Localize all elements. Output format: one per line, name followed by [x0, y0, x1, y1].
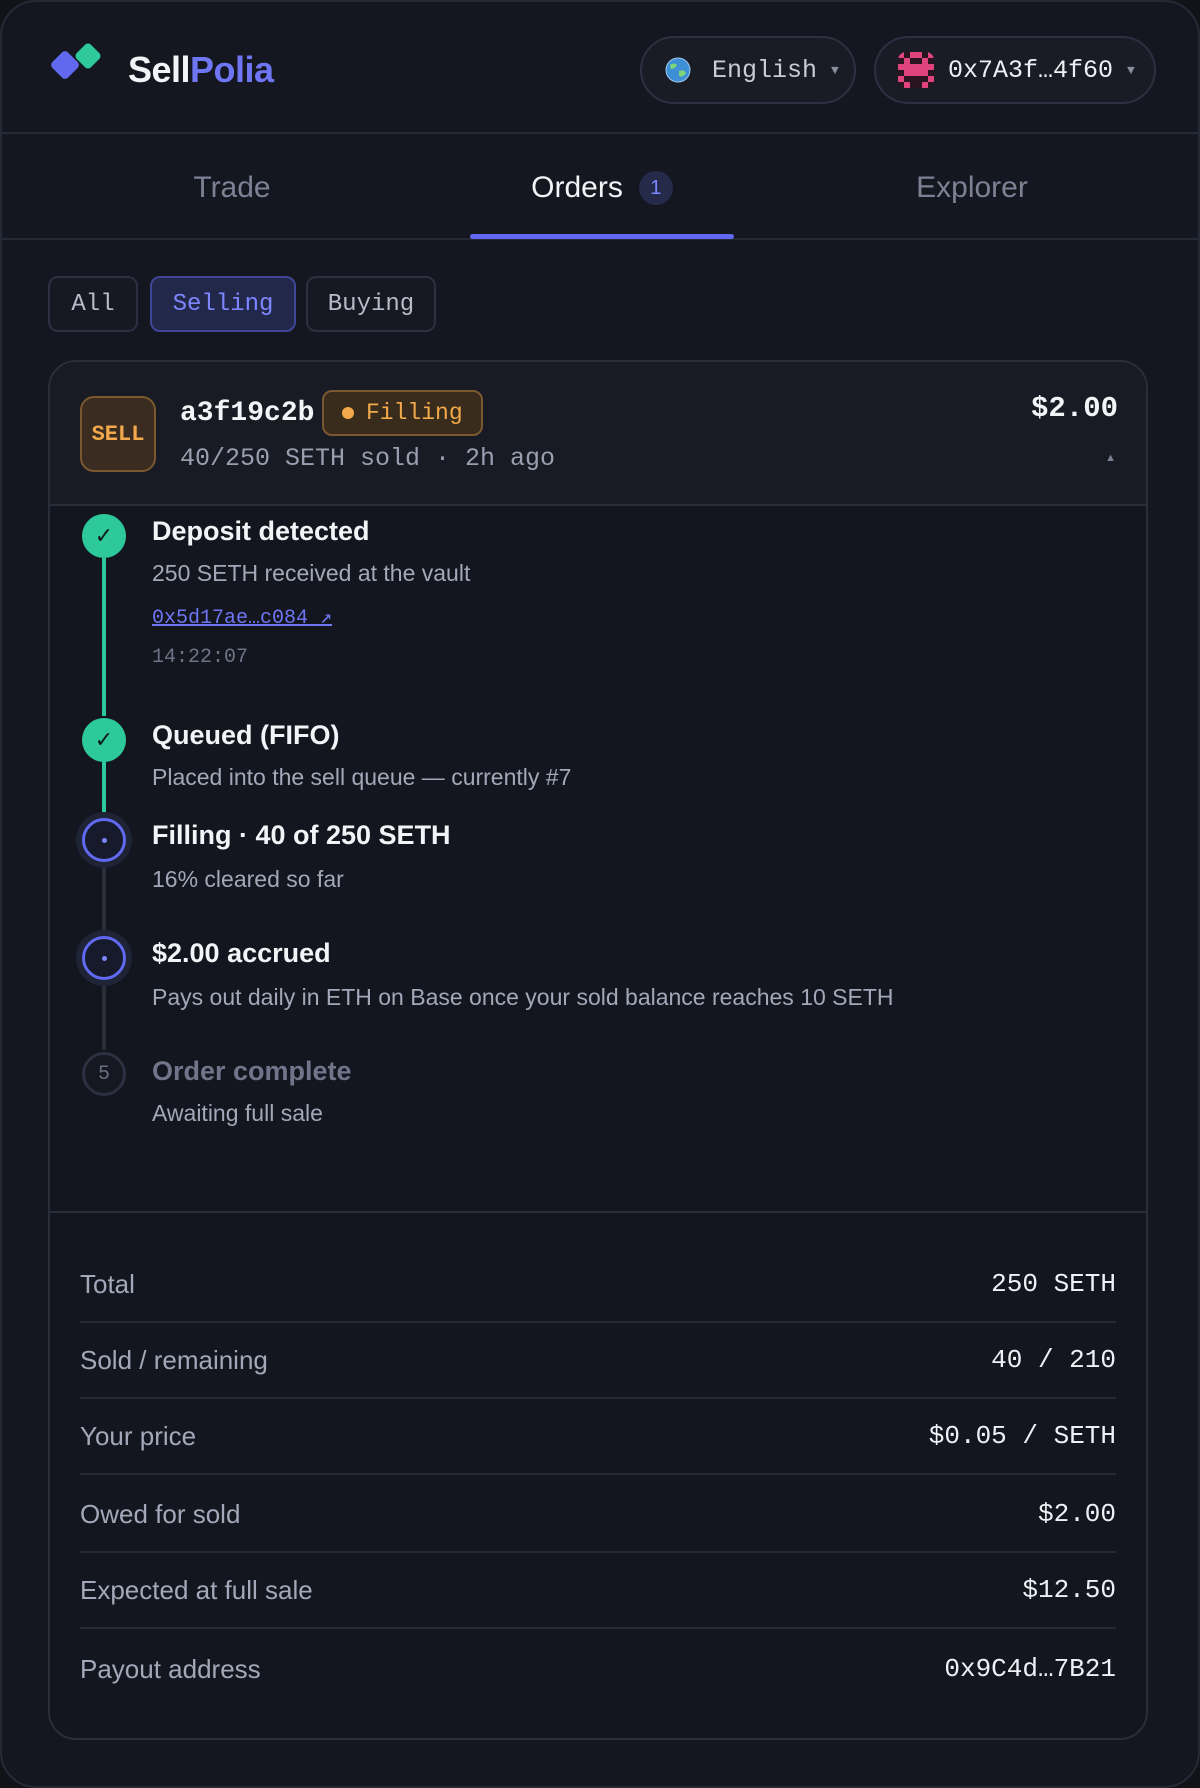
- detail-row: Your price $0.05 / SETH: [80, 1399, 1116, 1475]
- language-label: English: [712, 55, 818, 85]
- chevron-down-icon: ▼: [1127, 62, 1135, 78]
- detail-label: Total: [80, 1268, 135, 1299]
- in-progress-dot: [101, 955, 107, 961]
- check-icon: ✓: [82, 514, 126, 558]
- detail-value: 40 / 210: [991, 1345, 1116, 1375]
- detail-label: Sold / remaining: [80, 1344, 268, 1375]
- detail-label: Expected at full sale: [80, 1574, 313, 1605]
- timeline-connector: [102, 866, 106, 930]
- detail-row: Sold / remaining 40 / 210: [80, 1323, 1116, 1399]
- filter-selling-chip[interactable]: Selling: [150, 276, 296, 332]
- in-progress-icon: [82, 818, 126, 862]
- detail-row: Expected at full sale $12.50: [80, 1553, 1116, 1629]
- chevron-down-icon: ▼: [831, 62, 839, 78]
- orders-count-badge: 1: [638, 171, 673, 205]
- detail-value: $12.50: [1022, 1575, 1116, 1605]
- chevron-up-icon[interactable]: ▲: [1105, 452, 1116, 464]
- deposit-tx-link[interactable]: 0x5d17ae…c084 ↗: [152, 604, 332, 630]
- order-id: a3f19c2b: [180, 398, 315, 429]
- step-title: Filling · 40 of 250 SETH: [152, 820, 451, 850]
- top-bar: SellPolia English ▼ 0x7A3f…4f60 ▼: [2, 2, 1198, 134]
- status-badge: Filling: [322, 390, 483, 436]
- status-dot-icon: [342, 407, 354, 419]
- step-timestamp: 14:22:07: [152, 646, 249, 669]
- step-description: Pays out daily in ETH on Base once your …: [152, 984, 894, 1010]
- check-icon: ✓: [82, 718, 126, 762]
- brand-name-part-2: Polia: [190, 49, 274, 90]
- order-card: SELL a3f19c2b Filling 40/250 SETH sold ·…: [48, 360, 1148, 1740]
- step-title: Order complete: [152, 1056, 352, 1086]
- detail-value: $0.05 / SETH: [928, 1421, 1116, 1451]
- tab-explorer[interactable]: Explorer: [742, 136, 1198, 240]
- step-number-icon: 5: [82, 1052, 126, 1096]
- tab-trade[interactable]: Trade: [2, 136, 462, 240]
- timeline-connector: [102, 984, 106, 1050]
- payout-address[interactable]: 0x9C4d…7B21: [944, 1654, 1116, 1684]
- filter-buying-chip[interactable]: Buying: [306, 276, 436, 332]
- language-selector[interactable]: English ▼: [640, 36, 856, 104]
- status-label: Filling: [366, 400, 463, 426]
- brand-name-part-1: Sell: [128, 49, 191, 90]
- step-description: Awaiting full sale: [152, 1100, 323, 1126]
- step-title: Queued (FIFO): [152, 720, 340, 750]
- order-card-header[interactable]: SELL a3f19c2b Filling 40/250 SETH sold ·…: [50, 362, 1146, 506]
- order-details: Total 250 SETH Sold / remaining 40 / 210…: [50, 1211, 1146, 1684]
- step-description: Placed into the sell queue — currently #…: [152, 764, 572, 790]
- step-title: $2.00 accrued: [152, 938, 331, 968]
- tab-orders[interactable]: Orders 1: [470, 136, 734, 240]
- detail-value: 250 SETH: [991, 1269, 1116, 1299]
- detail-row: Owed for sold $2.00: [80, 1477, 1116, 1553]
- step-description: 250 SETH received at the vault: [152, 560, 471, 586]
- order-side-tag: SELL: [80, 396, 156, 472]
- brand-name[interactable]: SellPolia: [128, 49, 274, 91]
- tab-orders-label: Orders: [531, 171, 623, 204]
- globe-icon: [665, 57, 691, 83]
- detail-label: Your price: [80, 1420, 197, 1451]
- order-summary: 40/250 SETH sold · 2h ago: [180, 444, 556, 473]
- in-progress-dot: [101, 837, 107, 843]
- wallet-button[interactable]: 0x7A3f…4f60 ▼: [874, 36, 1156, 104]
- wallet-avatar-icon: [898, 52, 934, 88]
- detail-value: $2.00: [1037, 1499, 1116, 1529]
- detail-label: Payout address: [80, 1653, 261, 1684]
- wallet-address: 0x7A3f…4f60: [948, 55, 1114, 85]
- detail-row: Total 250 SETH: [80, 1247, 1116, 1323]
- timeline-connector: [102, 758, 106, 814]
- app-window: SellPolia English ▼ 0x7A3f…4f60 ▼ Trade …: [0, 0, 1200, 1788]
- step-title: Deposit detected: [152, 516, 370, 546]
- detail-label: Owed for sold: [80, 1498, 241, 1529]
- filter-all-chip[interactable]: All: [48, 276, 138, 332]
- tab-trade-label: Trade: [193, 171, 271, 204]
- tab-explorer-label: Explorer: [916, 171, 1028, 204]
- sellpolia-logo-icon[interactable]: [48, 42, 110, 88]
- timeline-connector: [102, 558, 106, 716]
- in-progress-icon: [82, 936, 126, 980]
- step-description: 16% cleared so far: [152, 866, 344, 892]
- detail-row: Payout address 0x9C4d…7B21: [80, 1631, 1116, 1707]
- order-amount: $2.00: [1030, 392, 1118, 425]
- active-tab-indicator: [470, 234, 734, 239]
- main-tabs: Trade Orders 1 Explorer: [2, 136, 1198, 240]
